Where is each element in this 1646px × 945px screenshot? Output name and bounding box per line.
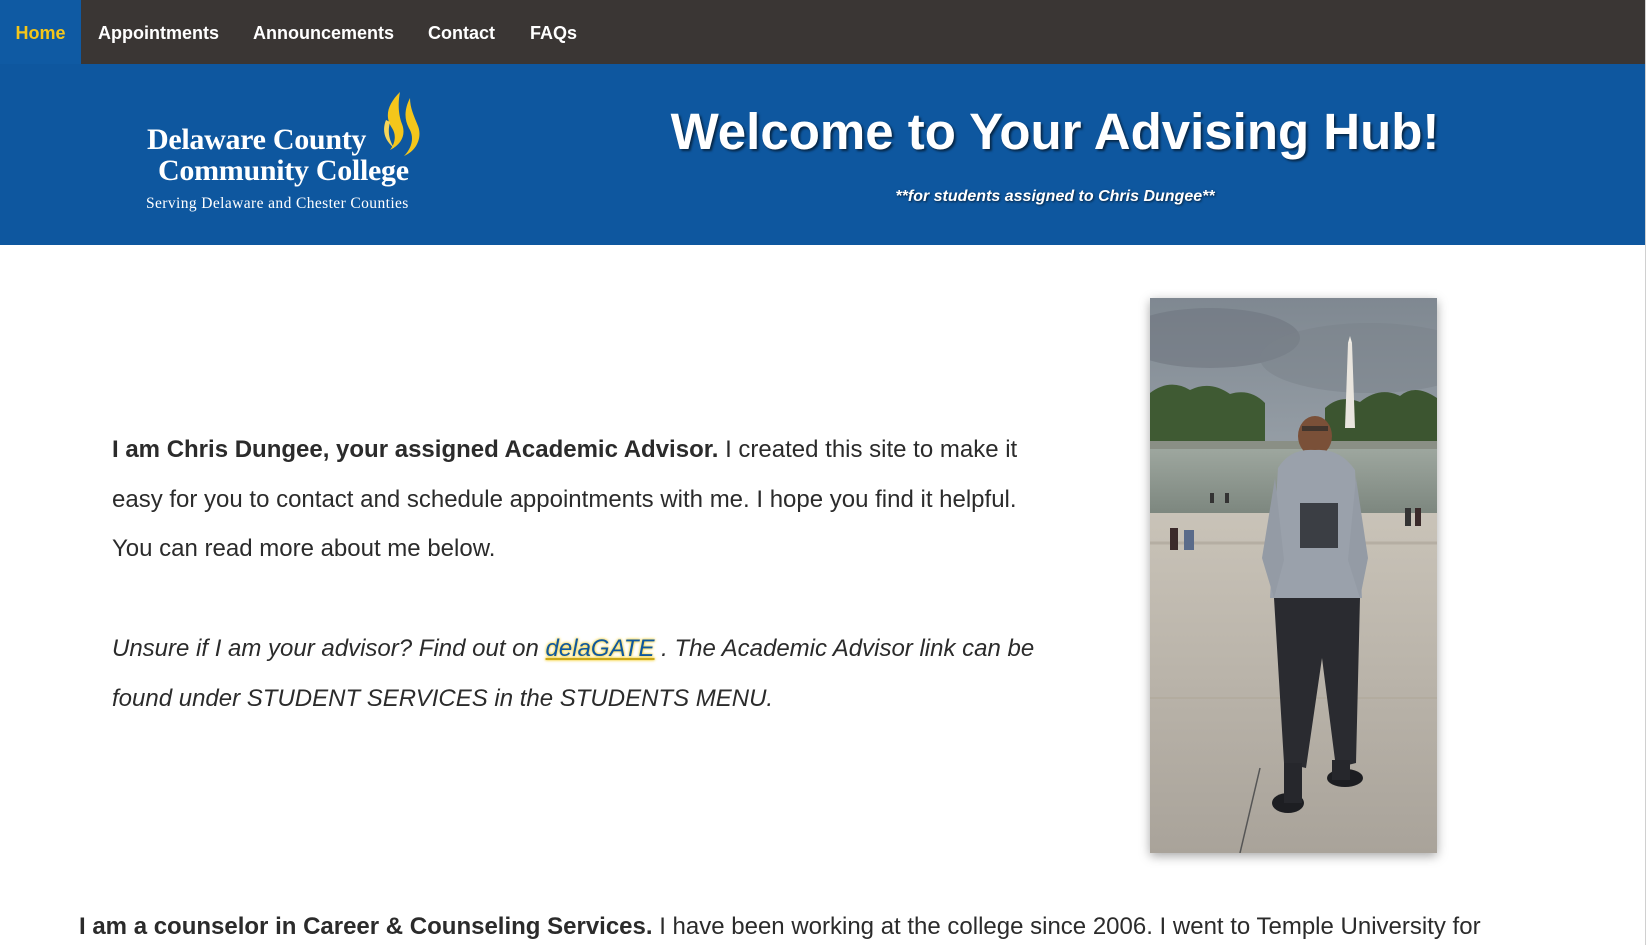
nav-faqs[interactable]: FAQs bbox=[530, 0, 577, 64]
intro-paragraph: I am Chris Dungee, your assigned Academi… bbox=[112, 425, 1052, 574]
delagate-link[interactable]: delaGATE bbox=[546, 635, 655, 662]
page-subtitle: **for students assigned to Chris Dungee*… bbox=[895, 188, 1215, 205]
nav-contact[interactable]: Contact bbox=[428, 0, 495, 64]
flame-icon bbox=[384, 92, 420, 156]
nav-home[interactable]: Home bbox=[0, 0, 81, 64]
intro-bold-text: I am Chris Dungee, your assigned Academi… bbox=[112, 436, 719, 463]
unsure-text-before: Unsure if I am your advisor? Find out on bbox=[112, 635, 546, 662]
nav-appointments[interactable]: Appointments bbox=[98, 0, 219, 64]
advisor-photo bbox=[1150, 298, 1437, 853]
advisor-lookup-paragraph: Unsure if I am your advisor? Find out on… bbox=[112, 624, 1052, 723]
logo-line-1: Delaware County bbox=[147, 123, 367, 156]
logo-line-2: Community College bbox=[158, 154, 409, 187]
counselor-text: I have been working at the college since… bbox=[652, 913, 1481, 940]
top-nav: Home Appointments Announcements Contact … bbox=[0, 0, 1646, 64]
page-title: Welcome to Your Advising Hub! bbox=[670, 103, 1440, 160]
counselor-bold-text: I am a counselor in Career & Counseling … bbox=[79, 913, 653, 940]
nav-announcements[interactable]: Announcements bbox=[253, 0, 394, 64]
college-logo[interactable]: Delaware County Community College Servin… bbox=[140, 90, 440, 225]
page: Home Appointments Announcements Contact … bbox=[0, 0, 1646, 945]
header-banner: Delaware County Community College Servin… bbox=[0, 64, 1646, 245]
logo-tagline: Serving Delaware and Chester Counties bbox=[146, 195, 409, 212]
counselor-paragraph: I am a counselor in Career & Counseling … bbox=[79, 913, 1646, 941]
